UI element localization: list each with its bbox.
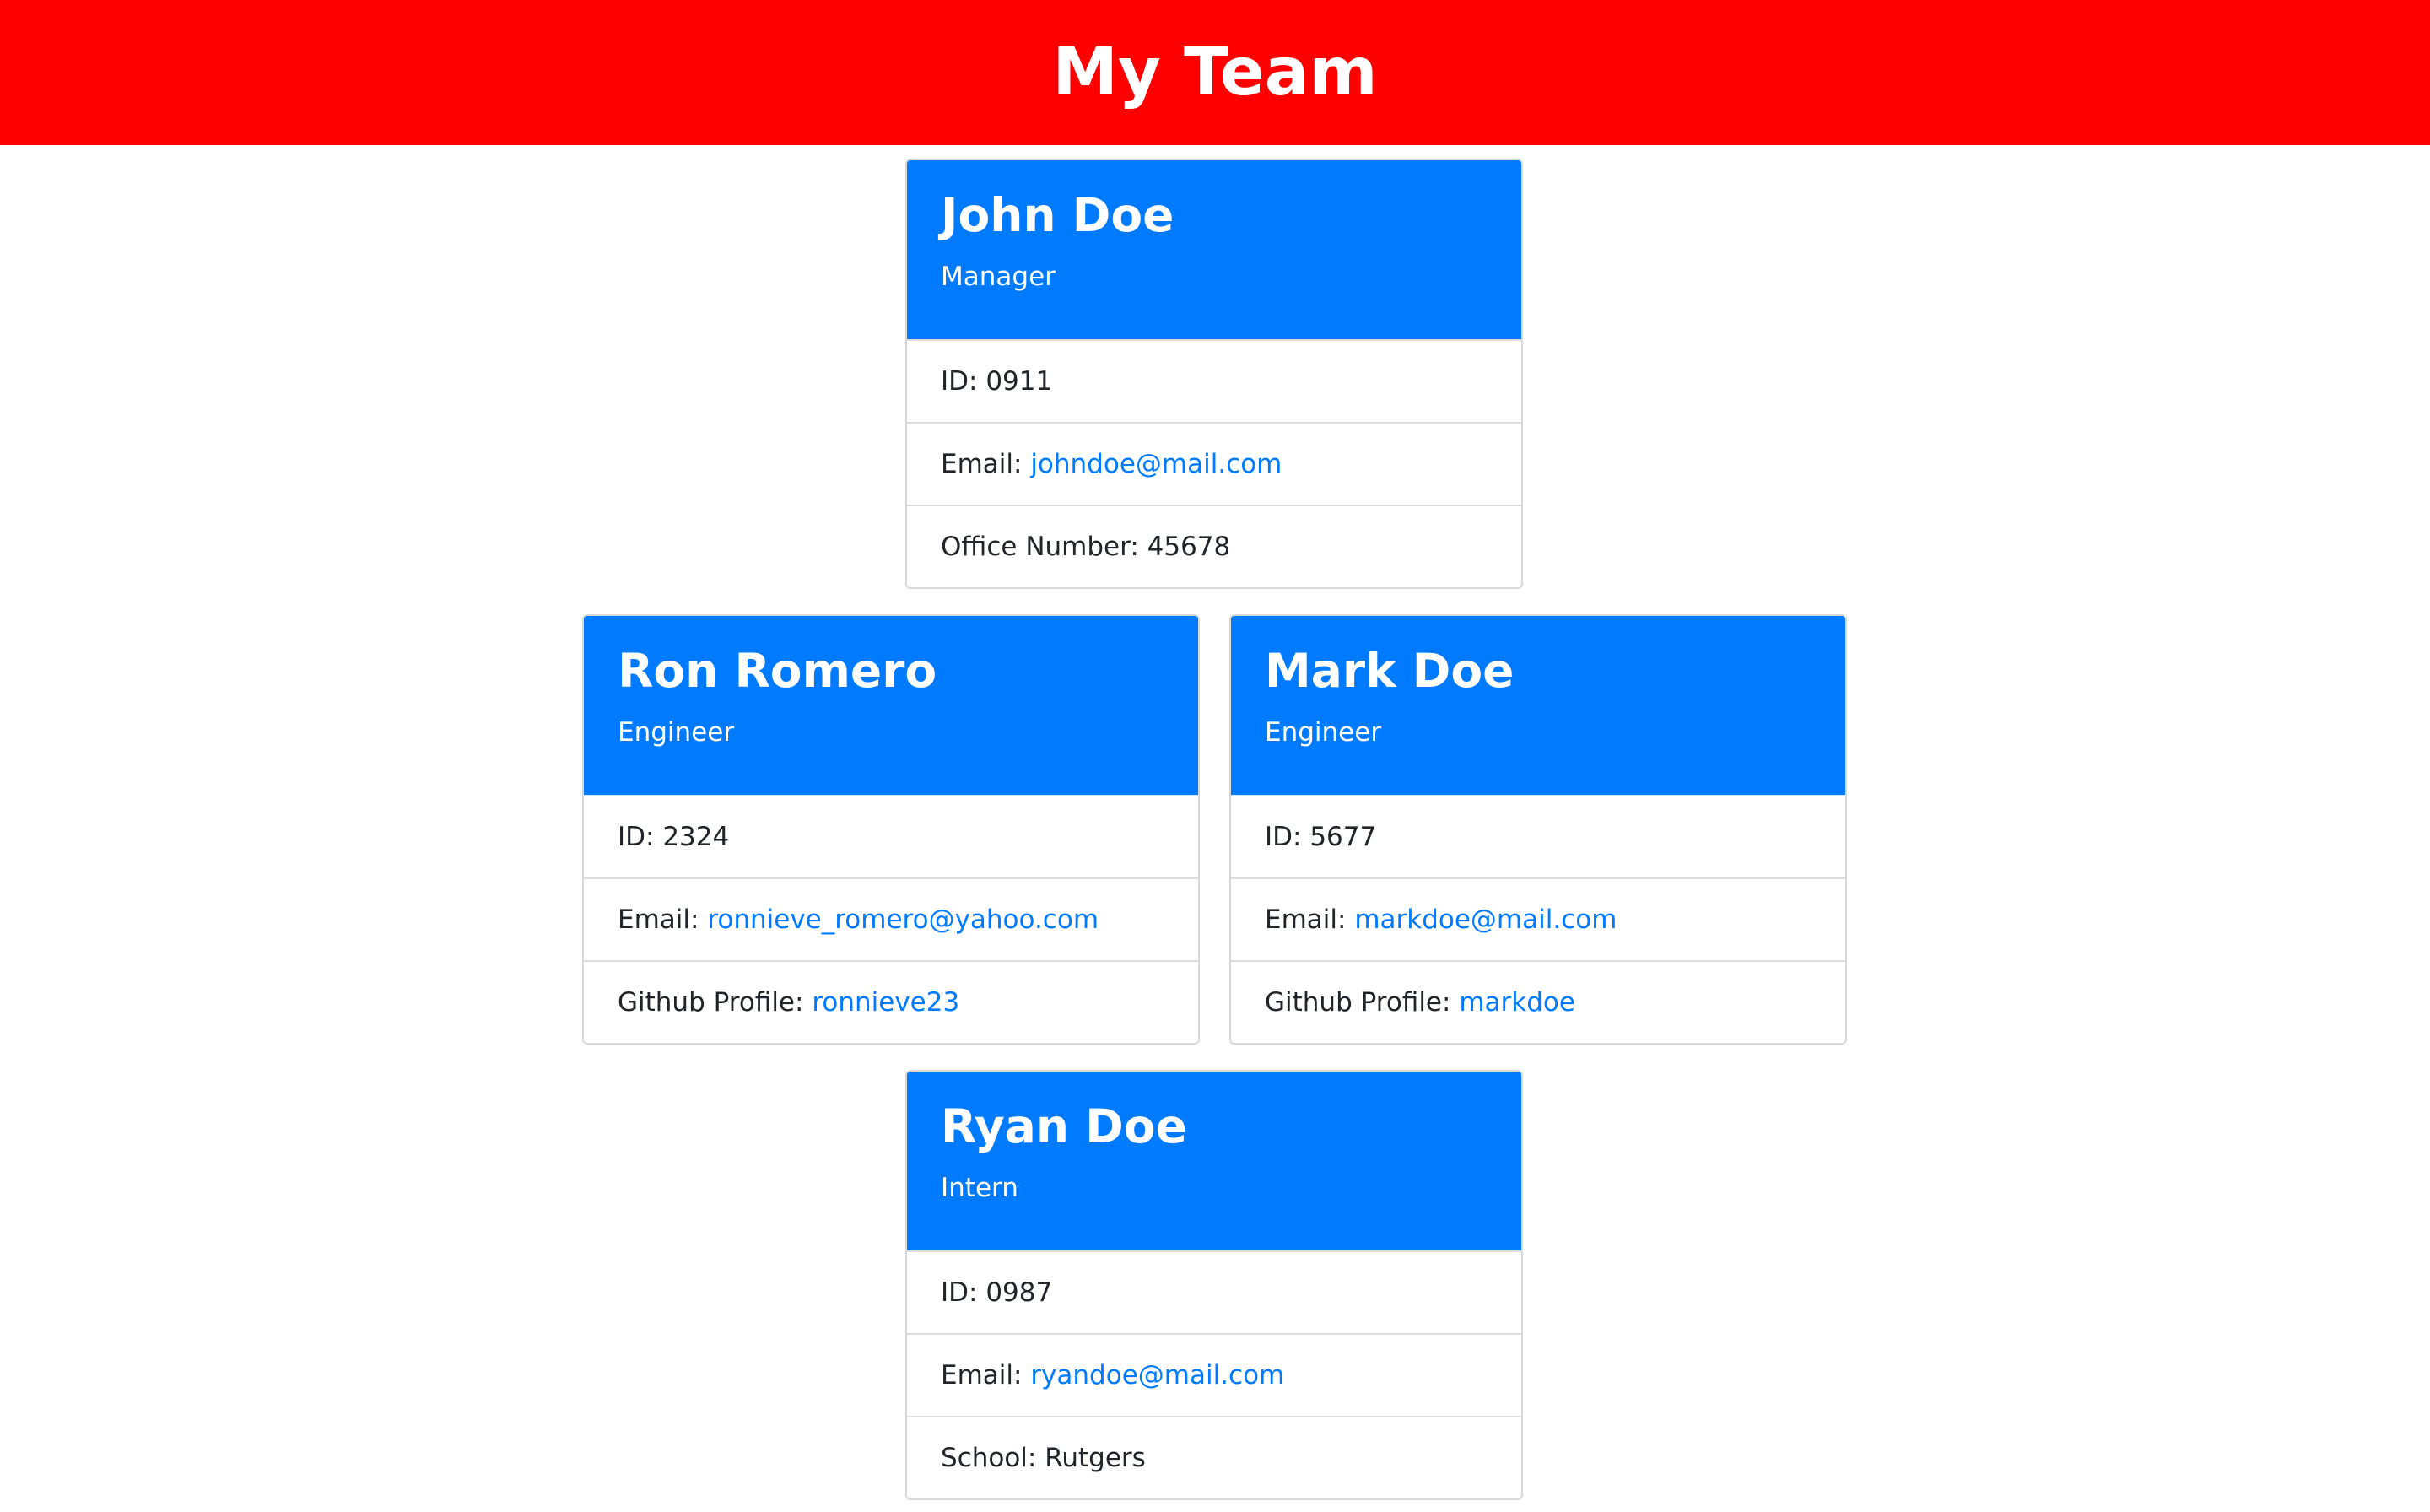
employee-role: Engineer <box>1265 717 1382 748</box>
email-link[interactable]: johndoe@mail.com <box>1030 449 1282 479</box>
employee-id-row: ID: 0911 <box>907 339 1521 422</box>
school-label: School: <box>941 1443 1045 1473</box>
email-link[interactable]: markdoe@mail.com <box>1354 904 1617 935</box>
employee-office-row: Office Number: 45678 <box>907 505 1521 587</box>
card-header: Ryan Doe Intern <box>907 1072 1521 1250</box>
school-value: Rutgers <box>1045 1443 1146 1473</box>
card-header: Ron Romero Engineer <box>584 616 1198 795</box>
employee-id-row: ID: 5677 <box>1231 795 1845 878</box>
id-value: 5677 <box>1310 822 1377 852</box>
id-value: 0911 <box>986 366 1053 397</box>
employee-email-row: Email: johndoe@mail.com <box>907 422 1521 505</box>
page-header: My Team <box>0 0 2430 145</box>
employee-name: Ron Romero <box>618 644 937 698</box>
office-value: 45678 <box>1147 532 1231 562</box>
github-link[interactable]: ronnieve23 <box>812 987 959 1018</box>
employee-name: John Doe <box>941 188 1174 242</box>
id-label: ID: <box>1265 822 1310 852</box>
employee-id-row: ID: 0987 <box>907 1250 1521 1333</box>
card-header: Mark Doe Engineer <box>1231 616 1845 795</box>
employee-role: Intern <box>941 1173 1018 1203</box>
employee-role: Manager <box>941 262 1056 292</box>
employee-email-row: Email: ronnieve_romero@yahoo.com <box>584 878 1198 960</box>
id-label: ID: <box>941 366 986 397</box>
employee-email-row: Email: ryandoe@mail.com <box>907 1333 1521 1416</box>
id-label: ID: <box>618 822 663 852</box>
office-label: Office Number: <box>941 532 1148 562</box>
email-link[interactable]: ryandoe@mail.com <box>1030 1360 1284 1390</box>
employee-card-engineer: Ron Romero Engineer ID: 2324 Email: ronn… <box>582 614 1200 1045</box>
employee-name: Ryan Doe <box>941 1099 1187 1153</box>
email-link[interactable]: ronnieve_romero@yahoo.com <box>707 904 1099 935</box>
email-label: Email: <box>941 449 1031 479</box>
employee-card-intern: Ryan Doe Intern ID: 0987 Email: ryandoe@… <box>905 1070 1523 1500</box>
github-label: Github Profile: <box>1265 987 1460 1018</box>
card-header: John Doe Manager <box>907 160 1521 339</box>
email-label: Email: <box>618 904 708 935</box>
github-label: Github Profile: <box>618 987 813 1018</box>
employee-card-engineer: Mark Doe Engineer ID: 5677 Email: markdo… <box>1229 614 1847 1045</box>
employee-name: Mark Doe <box>1265 644 1515 698</box>
email-label: Email: <box>1265 904 1355 935</box>
email-label: Email: <box>941 1360 1031 1390</box>
github-link[interactable]: markdoe <box>1459 987 1575 1018</box>
employee-role: Engineer <box>618 717 735 748</box>
employee-github-row: Github Profile: ronnieve23 <box>584 960 1198 1043</box>
page-title: My Team <box>1052 35 1378 111</box>
employee-card-manager: John Doe Manager ID: 0911 Email: johndoe… <box>905 159 1523 589</box>
id-value: 2324 <box>662 822 730 852</box>
employee-id-row: ID: 2324 <box>584 795 1198 878</box>
id-label: ID: <box>941 1277 986 1308</box>
employee-email-row: Email: markdoe@mail.com <box>1231 878 1845 960</box>
id-value: 0987 <box>986 1277 1053 1308</box>
employee-school-row: School: Rutgers <box>907 1416 1521 1498</box>
employee-github-row: Github Profile: markdoe <box>1231 960 1845 1043</box>
